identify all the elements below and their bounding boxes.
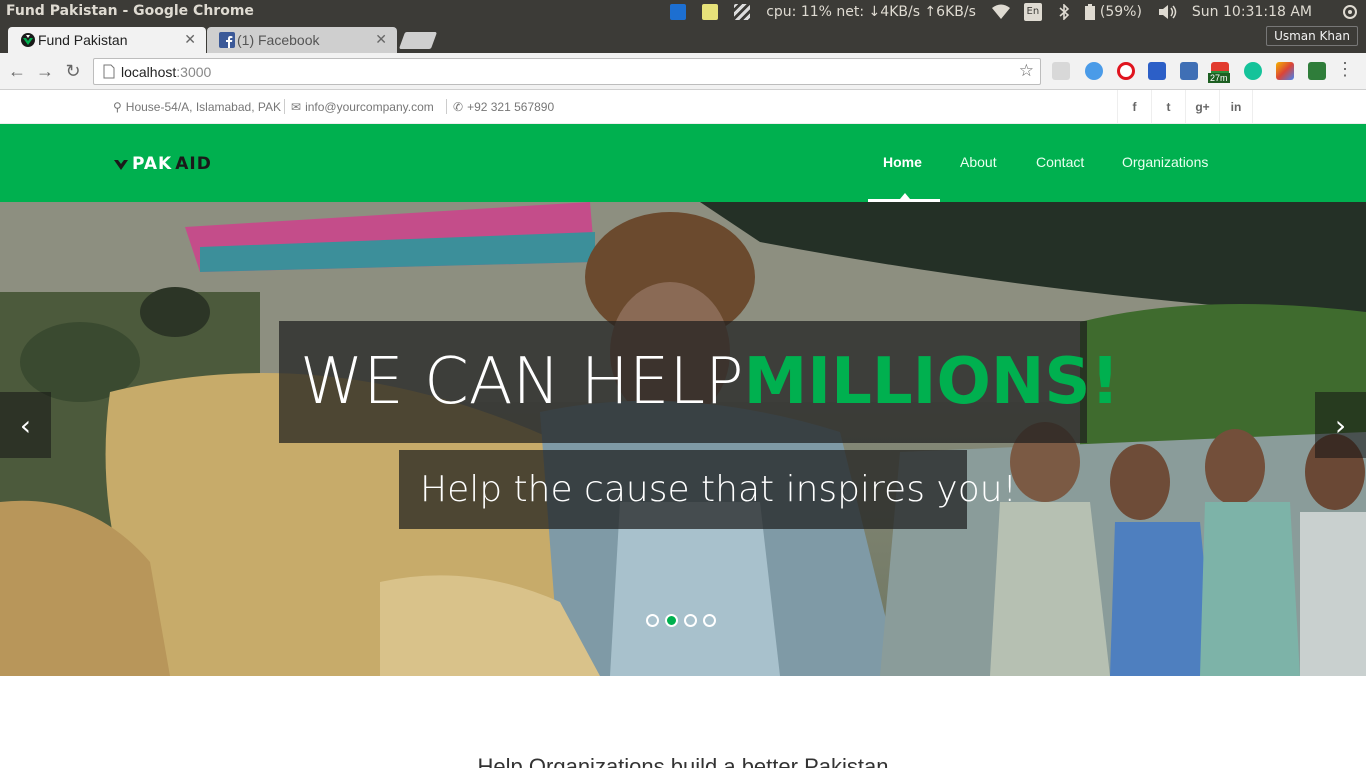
phone-info: ✆ +92 321 567890 <box>453 100 554 114</box>
carousel-prev-button[interactable]: ‹ <box>0 392 51 458</box>
cpu-net-indicator[interactable]: cpu: 11% net: ↓4KB/s ↑6KB/s <box>766 4 976 20</box>
back-arrow-icon[interactable]: ← <box>8 62 26 80</box>
url-host: localhost <box>121 64 177 80</box>
email-text[interactable]: info@yourcompany.com <box>305 100 434 114</box>
carousel-next-button[interactable]: › <box>1315 392 1366 458</box>
phone-icon: ✆ <box>453 100 464 114</box>
sticky-notes-icon[interactable] <box>702 4 719 20</box>
bluetooth-icon[interactable] <box>1058 4 1070 20</box>
address-text: House-54/A, Islamabad, PAK <box>125 100 281 114</box>
logo-text-pak: PAK <box>132 154 173 174</box>
phone-text: +92 321 567890 <box>467 100 555 114</box>
teamviewer-icon[interactable] <box>670 4 687 20</box>
nav-organizations[interactable]: Organizations <box>1122 154 1208 170</box>
grammarly-extension-icon[interactable] <box>1244 62 1262 80</box>
window-title: Fund Pakistan - Google Chrome <box>6 3 254 19</box>
url-text: localhost:3000 <box>121 64 211 80</box>
battery-icon[interactable] <box>1084 4 1096 20</box>
logo-mark-icon <box>114 160 128 170</box>
volume-icon[interactable] <box>1158 4 1178 20</box>
top-info-bar: ⚲ House-54/A, Islamabad, PAK ✉ info@your… <box>0 90 1366 124</box>
url-port: :3000 <box>176 64 212 80</box>
clock[interactable]: Sun 10:31:18 AM <box>1192 4 1312 20</box>
headline-accent: MILLIONS! <box>743 345 1120 419</box>
web-page: ⚲ House-54/A, Islamabad, PAK ✉ info@your… <box>0 90 1366 768</box>
facebook-favicon-icon <box>219 32 235 48</box>
window-extension-icon[interactable] <box>1148 62 1166 80</box>
wifi-icon[interactable] <box>991 4 1010 20</box>
os-top-bar: Fund Pakistan - Google Chrome cpu: 11% n… <box>0 0 1366 24</box>
logo-text-aid: AID <box>175 154 212 174</box>
nav-home[interactable]: Home <box>883 154 922 170</box>
google-plus-link[interactable]: g+ <box>1185 90 1219 124</box>
twitter-link[interactable]: t <box>1151 90 1185 124</box>
rainbow-extension-icon[interactable] <box>1276 62 1294 80</box>
carousel-dot-4[interactable] <box>703 614 716 627</box>
tab-label: (1) Facebook <box>237 32 320 48</box>
address-info: ⚲ House-54/A, Islamabad, PAK <box>113 100 281 114</box>
pakaid-favicon-icon <box>21 33 35 47</box>
nav-about[interactable]: About <box>960 154 997 170</box>
page-icon <box>103 64 115 79</box>
close-tab-icon[interactable]: ✕ <box>184 31 196 48</box>
forward-arrow-icon[interactable]: → <box>36 62 54 80</box>
linkedin-link[interactable]: in <box>1219 90 1253 124</box>
new-tab-button[interactable] <box>398 32 438 49</box>
hero-subline: Help the cause that inspires you! <box>420 469 1017 510</box>
tab-fund-pakistan[interactable]: Fund Pakistan ✕ <box>8 27 206 53</box>
screen-extension-icon[interactable] <box>1308 62 1326 80</box>
tab-label: Fund Pakistan <box>38 32 128 48</box>
address-bar[interactable]: localhost:3000 ☆ <box>93 58 1041 85</box>
email-info[interactable]: ✉ info@yourcompany.com <box>291 100 434 114</box>
indicator-stripes-icon[interactable] <box>734 4 751 20</box>
divider <box>446 99 447 114</box>
envelope-icon: ✉ <box>291 100 302 114</box>
section-heading: Help Organizations build a better Pakist… <box>477 754 889 768</box>
profile-button[interactable]: Usman Khan <box>1266 26 1358 46</box>
carousel-dot-2[interactable] <box>665 614 678 627</box>
divider <box>284 99 285 114</box>
system-tray: cpu: 11% net: ↓4KB/s ↑6KB/s En (59%) Sun… <box>670 0 1366 24</box>
battery-percent[interactable]: (59%) <box>1100 4 1142 20</box>
browser-tab-strip: Fund Pakistan ✕ (1) Facebook ✕ Usman Kha… <box>0 24 1366 53</box>
headline-main: WE CAN HELP <box>300 345 744 419</box>
close-tab-icon[interactable]: ✕ <box>375 31 387 48</box>
pakaid-logo[interactable]: PAK AID <box>113 154 212 174</box>
map-marker-icon: ⚲ <box>113 100 122 114</box>
power-gear-icon[interactable] <box>1342 4 1358 20</box>
carousel-indicators <box>646 614 716 627</box>
user-extension-icon[interactable] <box>1180 62 1198 80</box>
bookmark-star-icon[interactable]: ☆ <box>1019 61 1034 81</box>
hero-headline: WE CAN HELPMILLIONS! <box>300 342 1120 422</box>
chrome-menu-icon[interactable]: ⋮ <box>1336 60 1354 78</box>
pocket-extension-icon[interactable] <box>1085 62 1103 80</box>
tab-facebook[interactable]: (1) Facebook ✕ <box>207 27 397 53</box>
facebook-link[interactable]: f <box>1117 90 1151 124</box>
shield-extension-icon[interactable] <box>1052 62 1070 80</box>
main-navbar: PAK AID Home About Contact Organizations <box>0 124 1366 202</box>
opera-extension-icon[interactable] <box>1117 62 1135 80</box>
nav-contact[interactable]: Contact <box>1036 154 1084 170</box>
keyboard-layout-indicator[interactable]: En <box>1023 3 1042 21</box>
carousel-dot-3[interactable] <box>684 614 697 627</box>
browser-toolbar: ← → ↻ localhost:3000 ☆ 27m ⋮ <box>0 53 1366 90</box>
reload-icon[interactable]: ↻ <box>64 62 82 80</box>
timer-extension-badge: 27m <box>1208 73 1230 83</box>
hero-carousel: WE CAN HELPMILLIONS! Help the cause that… <box>0 202 1366 676</box>
carousel-dot-1[interactable] <box>646 614 659 627</box>
